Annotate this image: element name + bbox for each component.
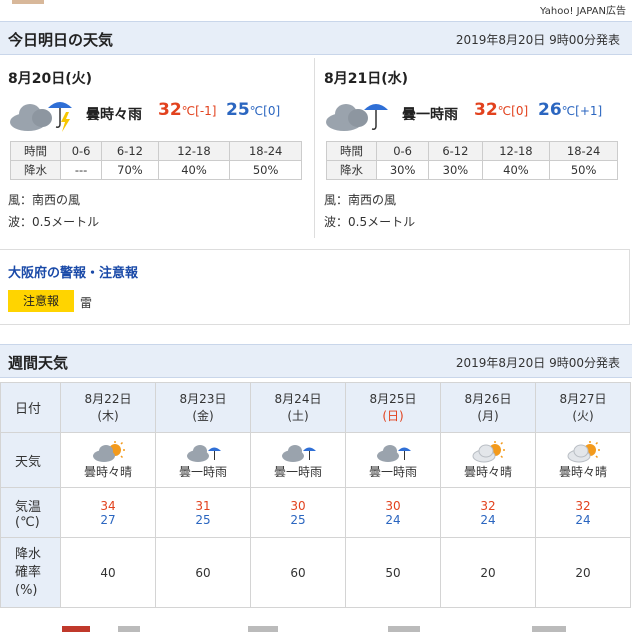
top-ad-bar: Yahoo! JAPAN広告 [0, 0, 632, 20]
precip-header-cell: 時間 [326, 141, 377, 161]
advisory-badge: 注意報 [8, 290, 74, 312]
week-precip-cell: 60 [250, 537, 346, 608]
week-date-cell: 8月26日 (月) [440, 382, 536, 433]
week-date-cell: 8月24日 (土) [250, 382, 346, 433]
precip-cell: 40% [481, 160, 551, 180]
week-temp-cell: 31 25 [155, 487, 251, 538]
ad-thumbnail[interactable] [118, 626, 140, 632]
week-temp-cell: 34 27 [60, 487, 156, 538]
high-temp: 32℃[0] [474, 100, 529, 120]
cloud-rain-thunder-icon [10, 102, 72, 132]
today-tomorrow-header: 今日明日の天気 2019年8月20日 9時00分発表 [0, 21, 632, 55]
week-precip-cell: 60 [155, 537, 251, 608]
weekly-table: 日付 8月22日 (木) 8月23日 (金) 8月24日 (土) 8月25日 (日) 8… [0, 382, 631, 608]
precip-table: 時間 0-6 6-12 12-18 18-24 降水 --- 70% 40% 5… [10, 141, 302, 180]
cloud-umbrella-icon [282, 444, 316, 462]
week-weather-cell: 曇時々晴 [535, 432, 631, 488]
wave-info: 波：0.5メートル [8, 215, 100, 229]
precip-cell: 70% [101, 160, 159, 180]
cloud-sun-icon [567, 440, 600, 462]
week-precip-cell: 20 [535, 537, 631, 608]
warnings-link[interactable]: 大阪府の警報・注意報 [8, 262, 138, 281]
row-header-weather: 天気 [0, 432, 61, 488]
precip-header-cell: 18-24 [549, 141, 618, 161]
precip-header-cell: 0-6 [375, 141, 430, 161]
ad-thumbnail[interactable] [12, 0, 44, 4]
weather-label: 曇時々雨 [86, 107, 142, 123]
day-forecast-tomorrow: 8月21日(水) 曇一時雨 32℃[0] 26℃[+1] 時間 0-6 6-12… [316, 58, 631, 238]
cloud-umbrella-icon [187, 444, 221, 462]
precip-table: 時間 0-6 6-12 12-18 18-24 降水 30% 30% 40% 5… [326, 141, 618, 180]
row-header-temp: 気温 (℃) [0, 487, 61, 538]
forecast-date: 8月21日(水) [324, 71, 409, 87]
wind-info: 風：南西の風 [8, 193, 81, 207]
section-title: 今日明日の天気 [8, 31, 114, 49]
ad-thumbnail[interactable] [62, 626, 90, 632]
week-precip-cell: 20 [440, 537, 536, 608]
row-header-date: 日付 [0, 382, 61, 433]
row-header-precip: 降水 確率 (%) [0, 537, 61, 608]
precip-cell: 30% [428, 160, 483, 180]
precip-cell: 降水 [10, 160, 61, 180]
published-time: 2019年8月20日 9時00分発表 [455, 356, 620, 370]
day-forecast-today: 8月20日(火) 曇時々雨 32℃[-1] 25℃[0] 時間 0-6 6-12… [0, 58, 315, 238]
week-temp-cell: 32 24 [440, 487, 536, 538]
wave-info: 波：0.5メートル [324, 215, 416, 229]
precip-cell: 30% [375, 160, 430, 180]
precip-cell: 50% [549, 160, 618, 180]
low-temp: 26℃[+1] [538, 100, 603, 120]
week-date-cell: 8月22日 (木) [60, 382, 156, 433]
cloud-umbrella-icon [326, 104, 388, 131]
week-weather-cell: 曇時々晴 [60, 432, 156, 488]
precip-header-cell: 12-18 [481, 141, 551, 161]
precip-cell: --- [59, 160, 103, 180]
bottom-ad-strip [0, 622, 632, 632]
ad-label[interactable]: Yahoo! JAPAN広告 [540, 2, 626, 17]
published-time: 2019年8月20日 9時00分発表 [455, 33, 620, 47]
high-temp: 32℃[-1] [158, 100, 217, 120]
precip-header-cell: 12-18 [157, 141, 231, 161]
forecast-date: 8月20日(火) [8, 71, 93, 87]
ad-thumbnail[interactable] [388, 626, 420, 632]
ad-thumbnail[interactable] [248, 626, 278, 632]
cloud-umbrella-icon [377, 444, 411, 462]
precip-header-cell: 0-6 [59, 141, 103, 161]
week-weather-cell: 曇一時雨 [345, 432, 441, 488]
precip-header-cell: 時間 [10, 141, 61, 161]
precip-header-cell: 6-12 [428, 141, 483, 161]
cloud-sun-icon [472, 440, 505, 462]
week-date-cell: 8月23日 (金) [155, 382, 251, 433]
week-temp-cell: 30 24 [345, 487, 441, 538]
ad-thumbnail[interactable] [532, 626, 566, 632]
precip-cell: 50% [229, 160, 302, 180]
section-title: 週間天気 [8, 354, 69, 372]
week-precip-cell: 40 [60, 537, 156, 608]
week-weather-cell: 曇一時雨 [155, 432, 251, 488]
week-precip-cell: 50 [345, 537, 441, 608]
precip-cell: 40% [157, 160, 231, 180]
wind-info: 風：南西の風 [324, 193, 397, 207]
precip-cell: 降水 [326, 160, 377, 180]
cloud-sun-icon [93, 440, 125, 462]
low-temp: 25℃[0] [226, 100, 281, 120]
week-temp-cell: 30 25 [250, 487, 346, 538]
week-temp-cell: 32 24 [535, 487, 631, 538]
precip-header-cell: 6-12 [101, 141, 159, 161]
week-weather-cell: 曇一時雨 [250, 432, 346, 488]
weekly-header: 週間天気 2019年8月20日 9時00分発表 [0, 344, 632, 378]
advisory-item: 雷 [80, 296, 93, 310]
week-weather-cell: 曇時々晴 [440, 432, 536, 488]
week-date-cell: 8月25日 (日) [345, 382, 441, 433]
warnings-panel: 大阪府の警報・注意報 注意報 雷 [0, 249, 630, 325]
precip-header-cell: 18-24 [229, 141, 302, 161]
week-date-cell: 8月27日 (火) [535, 382, 631, 433]
weather-label: 曇一時雨 [402, 107, 458, 123]
